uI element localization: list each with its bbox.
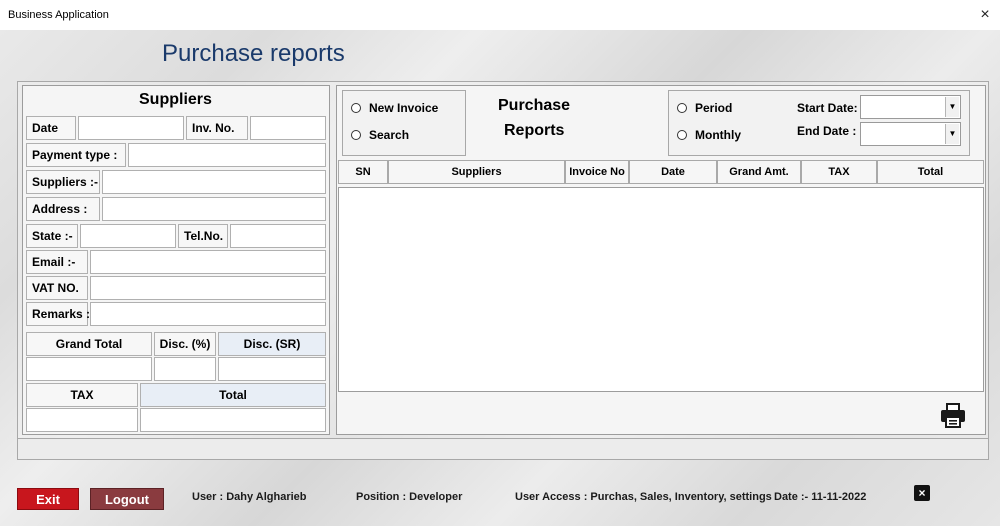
page-title: Purchase reports bbox=[162, 40, 345, 67]
dropdown-arrow-icon[interactable]: ▼ bbox=[945, 97, 959, 117]
reports-title-line1: Purchase bbox=[498, 97, 571, 114]
column-header-invoice-no[interactable]: Invoice No bbox=[565, 160, 629, 184]
column-header-sn[interactable]: SN bbox=[338, 160, 388, 184]
email-field[interactable] bbox=[90, 250, 326, 274]
printer-icon[interactable] bbox=[938, 400, 968, 430]
radio-circle-icon bbox=[351, 130, 361, 140]
tax-field[interactable] bbox=[26, 408, 138, 432]
window-title: Business Application bbox=[8, 9, 109, 21]
suppliers-label: Suppliers :- bbox=[26, 170, 100, 194]
state-label: State :- bbox=[26, 224, 78, 248]
disc-sr-label: Disc. (SR) bbox=[218, 332, 326, 356]
user-access: User Access : Purchas, Sales, Inventory,… bbox=[515, 491, 772, 503]
address-field[interactable] bbox=[102, 197, 326, 221]
current-date: Date :- 11-11-2022 bbox=[774, 491, 867, 503]
column-header-grand-amt[interactable]: Grand Amt. bbox=[717, 160, 801, 184]
column-header-tax[interactable]: TAX bbox=[801, 160, 877, 184]
new-invoice-radio-label: New Invoice bbox=[369, 101, 439, 115]
disc-sr-field[interactable] bbox=[218, 357, 326, 381]
column-header-total[interactable]: Total bbox=[877, 160, 984, 184]
inv-no-label: Inv. No. bbox=[186, 116, 248, 140]
dropdown-arrow-icon[interactable]: ▼ bbox=[945, 124, 959, 144]
reports-list[interactable] bbox=[338, 187, 984, 392]
radio-circle-icon bbox=[677, 130, 687, 140]
disc-pct-field[interactable] bbox=[154, 357, 216, 381]
user-position: Position : Developer bbox=[356, 491, 463, 503]
date-label: Date bbox=[26, 116, 76, 140]
remarks-label: Remarks : bbox=[26, 302, 90, 326]
search-radio[interactable]: Search bbox=[351, 128, 409, 142]
remarks-field[interactable] bbox=[90, 302, 326, 326]
logout-button[interactable]: Logout bbox=[90, 488, 164, 510]
mode-radio-group bbox=[342, 90, 466, 156]
payment-type-label: Payment type : bbox=[26, 143, 126, 167]
vat-no-label: VAT NO. bbox=[26, 276, 88, 300]
new-invoice-radio[interactable]: New Invoice bbox=[351, 101, 438, 115]
exit-button[interactable]: Exit bbox=[17, 488, 79, 510]
suppliers-field[interactable] bbox=[102, 170, 326, 194]
radio-circle-icon bbox=[677, 103, 687, 113]
start-date-label: Start Date: bbox=[797, 101, 858, 115]
grand-total-field[interactable] bbox=[26, 357, 152, 381]
column-header-date[interactable]: Date bbox=[629, 160, 717, 184]
status-bar bbox=[17, 438, 989, 460]
end-date-picker[interactable]: ▼ bbox=[860, 122, 961, 146]
end-date-label: End Date : bbox=[797, 124, 857, 138]
email-label: Email :- bbox=[26, 250, 88, 274]
inv-no-field[interactable] bbox=[250, 116, 326, 140]
disc-pct-label: Disc. (%) bbox=[154, 332, 216, 356]
period-radio-label: Period bbox=[695, 101, 733, 115]
search-radio-label: Search bbox=[369, 128, 410, 142]
radio-circle-icon bbox=[351, 103, 361, 113]
total-label: Total bbox=[140, 383, 326, 407]
period-radio[interactable]: Period bbox=[677, 101, 732, 115]
start-date-picker[interactable]: ▼ bbox=[860, 95, 961, 119]
payment-type-field[interactable] bbox=[128, 143, 326, 167]
tel-no-field[interactable] bbox=[230, 224, 326, 248]
reports-title-line2: Reports bbox=[504, 122, 565, 139]
state-field[interactable] bbox=[80, 224, 176, 248]
monthly-radio-label: Monthly bbox=[695, 128, 741, 142]
date-field[interactable] bbox=[78, 116, 184, 140]
column-header-suppliers[interactable]: Suppliers bbox=[388, 160, 565, 184]
monthly-radio[interactable]: Monthly bbox=[677, 128, 741, 142]
user-name: User : Dahy Algharieb bbox=[192, 491, 307, 503]
close-icon[interactable]: × bbox=[970, 0, 1000, 30]
tax-label: TAX bbox=[26, 383, 138, 407]
address-label: Address : bbox=[26, 197, 100, 221]
suppliers-title: Suppliers bbox=[139, 91, 212, 108]
grand-total-label: Grand Total bbox=[26, 332, 152, 356]
vat-no-field[interactable] bbox=[90, 276, 326, 300]
close-square-icon[interactable]: × bbox=[914, 485, 930, 501]
tel-no-label: Tel.No. bbox=[178, 224, 228, 248]
title-bar: Business Application × bbox=[0, 0, 1000, 30]
total-field[interactable] bbox=[140, 408, 326, 432]
